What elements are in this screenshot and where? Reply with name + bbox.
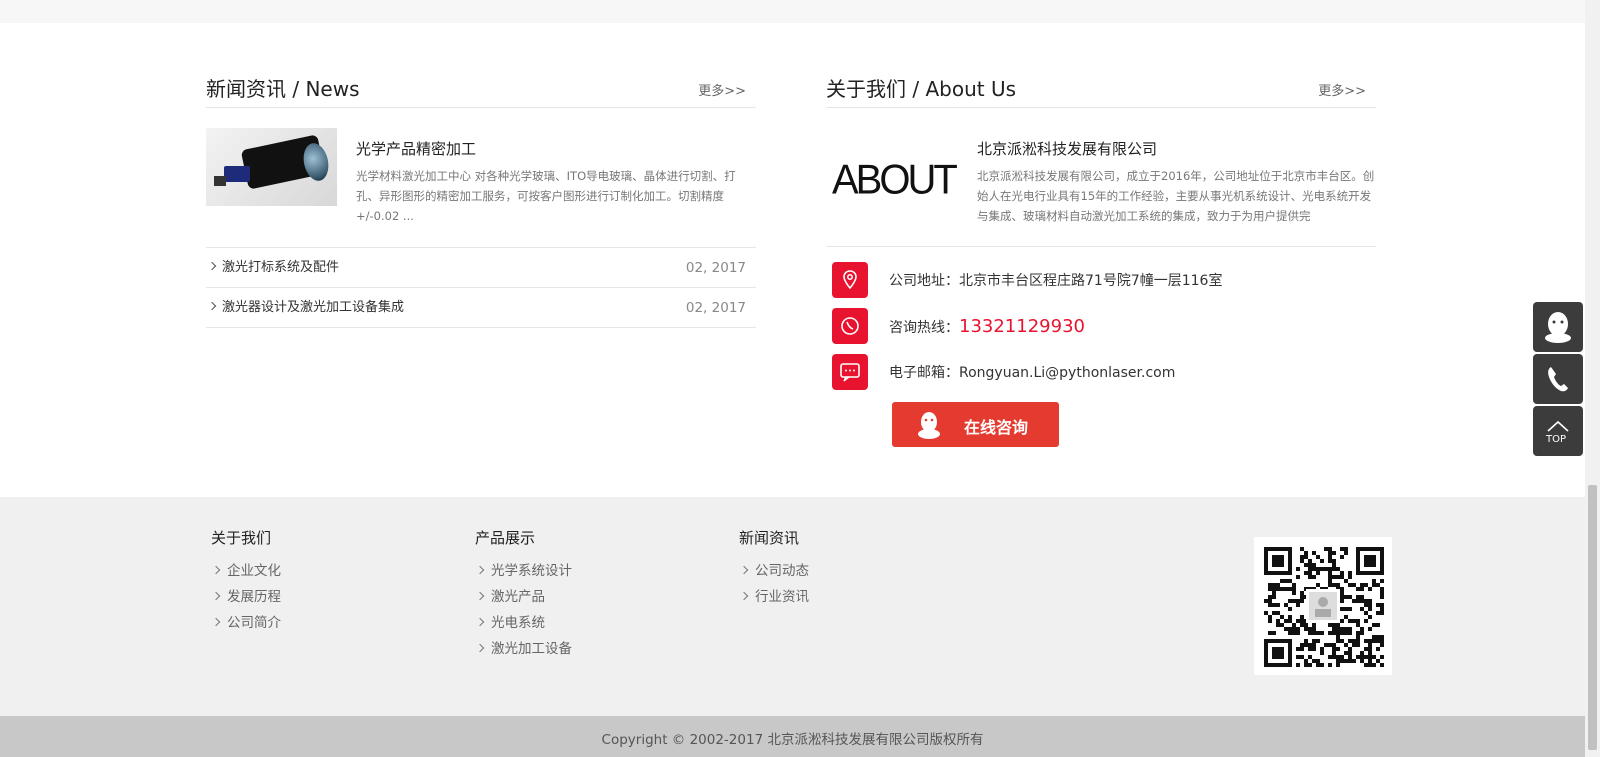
chevron-right-icon xyxy=(211,617,221,627)
about-logo: ABOUT xyxy=(832,156,958,204)
arrow-up-icon xyxy=(1547,420,1569,432)
qq-penguin-icon xyxy=(918,412,940,439)
online-consult-label: 在线咨询 xyxy=(964,418,1029,437)
address-text: 公司地址：北京市丰台区程庄路71号院7幢一层116室 xyxy=(889,273,1223,289)
footer-column-about: 关于我们 企业文化 发展历程 公司简介 xyxy=(211,527,281,636)
news-title: 新闻资讯 / News xyxy=(206,77,360,101)
top-strip xyxy=(0,0,1585,23)
chevron-right-icon xyxy=(739,565,749,575)
about-section: 关于我们 / About Us 更多>> ABOUT 北京派淞科技发展有限公司 … xyxy=(826,70,1376,460)
footer-link[interactable]: 发展历程 xyxy=(211,584,281,610)
news-item-date: 02, 2017 xyxy=(685,260,746,276)
news-more-link[interactable]: 更多>> xyxy=(698,80,746,99)
email-address[interactable]: Rongyuan.Li@pythonlaser.com xyxy=(959,365,1175,381)
footer-link[interactable]: 激光加工设备 xyxy=(475,636,572,662)
company-name[interactable]: 北京派淞科技发展有限公司 xyxy=(977,138,1157,159)
news-item-label[interactable]: 激光器设计及激光加工设备集成 xyxy=(222,288,404,328)
footer: 关于我们 企业文化 发展历程 公司简介 产品展示 光学系统设计 激光产品 光电系… xyxy=(0,497,1585,716)
message-icon xyxy=(832,354,868,390)
news-feature-image[interactable] xyxy=(206,128,337,206)
footer-link[interactable]: 公司动态 xyxy=(739,558,809,584)
chevron-right-icon xyxy=(739,591,749,601)
chevron-right-icon xyxy=(207,301,217,311)
news-feature-title[interactable]: 光学产品精密加工 xyxy=(356,138,476,159)
news-item-label[interactable]: 激光打标系统及配件 xyxy=(222,248,339,288)
news-header: 新闻资讯 / News 更多>> xyxy=(206,70,756,108)
chevron-right-icon xyxy=(211,591,221,601)
chevron-right-icon xyxy=(475,617,485,627)
news-section: 新闻资讯 / News 更多>> 光学产品精密加工 光学材料激光加工中心 对各种… xyxy=(206,70,756,328)
chevron-right-icon xyxy=(475,591,485,601)
about-title: 关于我们 / About Us xyxy=(826,77,1016,101)
news-list-item[interactable]: 激光打标系统及配件 02, 2017 xyxy=(206,248,756,288)
news-list-item[interactable]: 激光器设计及激光加工设备集成 02, 2017 xyxy=(206,288,756,328)
scrollbar[interactable] xyxy=(1585,0,1600,757)
chevron-right-icon xyxy=(211,565,221,575)
footer-column-news: 新闻资讯 公司动态 行业资讯 xyxy=(739,527,809,610)
side-phone-button[interactable] xyxy=(1533,354,1583,404)
copyright-bar: Copyright © 2002-2017 北京派淞科技发展有限公司版权所有 xyxy=(0,716,1585,757)
wechat-qr-code xyxy=(1254,537,1392,675)
chevron-right-icon xyxy=(207,261,217,271)
news-feature-desc: 光学材料激光加工中心 对各种光学玻璃、ITO导电玻璃、晶体进行切割、打孔、异形图… xyxy=(356,169,736,223)
chevron-right-icon xyxy=(475,565,485,575)
company-desc: 北京派淞科技发展有限公司，成立于2016年，公司地址位于北京市丰台区。创始人在光… xyxy=(977,169,1375,223)
online-consult-button[interactable]: 在线咨询 xyxy=(892,402,1059,447)
footer-link[interactable]: 公司简介 xyxy=(211,610,281,636)
news-list: 激光打标系统及配件 02, 2017 激光器设计及激光加工设备集成 02, 20… xyxy=(206,248,756,328)
footer-column-heading: 产品展示 xyxy=(475,529,536,547)
about-header: 关于我们 / About Us 更多>> xyxy=(826,70,1376,108)
phone-icon xyxy=(832,308,868,344)
footer-column-products: 产品展示 光学系统设计 激光产品 光电系统 激光加工设备 xyxy=(475,527,572,662)
footer-column-heading: 新闻资讯 xyxy=(739,529,800,547)
back-to-top-button[interactable]: TOP xyxy=(1533,406,1583,456)
footer-link[interactable]: 激光产品 xyxy=(475,584,572,610)
location-pin-icon xyxy=(832,262,868,298)
scrollbar-thumb[interactable] xyxy=(1588,485,1597,750)
copyright-text: Copyright © 2002-2017 北京派淞科技发展有限公司版权所有 xyxy=(601,732,984,748)
phone-number[interactable]: 13321129930 xyxy=(959,316,1085,337)
phone-text: 咨询热线：13321129930 xyxy=(889,316,1085,337)
footer-link[interactable]: 光学系统设计 xyxy=(475,558,572,584)
chevron-right-icon xyxy=(475,643,485,653)
top-label: TOP xyxy=(1546,434,1567,445)
email-text: 电子邮箱：Rongyuan.Li@pythonlaser.com xyxy=(889,365,1176,381)
footer-link[interactable]: 企业文化 xyxy=(211,558,281,584)
news-item-date: 02, 2017 xyxy=(685,300,746,316)
footer-column-heading: 关于我们 xyxy=(211,529,272,547)
qq-penguin-icon xyxy=(1545,312,1571,343)
phone-handset-icon xyxy=(1548,367,1568,392)
news-feature[interactable]: 光学产品精密加工 光学材料激光加工中心 对各种光学玻璃、ITO导电玻璃、晶体进行… xyxy=(206,108,756,248)
side-qq-button[interactable] xyxy=(1533,302,1583,352)
footer-link[interactable]: 光电系统 xyxy=(475,610,572,636)
footer-link[interactable]: 行业资讯 xyxy=(739,584,809,610)
about-more-link[interactable]: 更多>> xyxy=(1318,80,1366,99)
about-intro: ABOUT 北京派淞科技发展有限公司 北京派淞科技发展有限公司，成立于2016年… xyxy=(826,108,1376,247)
